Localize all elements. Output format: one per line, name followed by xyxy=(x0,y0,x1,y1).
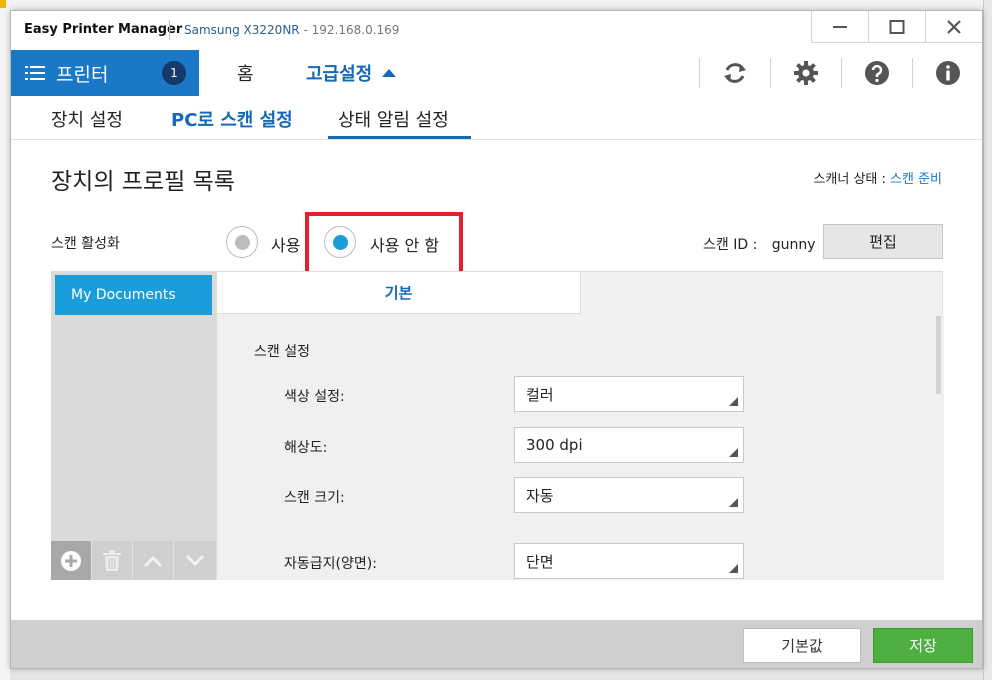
info-button[interactable] xyxy=(913,50,982,96)
color-setting-label: 색상 설정: xyxy=(284,389,345,405)
scan-size-value: 자동 xyxy=(526,486,554,505)
desktop-folder-icon-fragment xyxy=(0,0,6,8)
nav-home[interactable]: 홈 xyxy=(237,60,254,86)
scanner-status-label: 스캐너 상태 : xyxy=(813,172,891,187)
dropdown-corner-icon xyxy=(729,564,738,573)
chevron-up-icon xyxy=(143,555,163,567)
adf-duplex-label: 자동급지(양면): xyxy=(284,556,377,572)
minimize-icon xyxy=(833,25,847,28)
save-button[interactable]: 저장 xyxy=(873,628,973,663)
scanner-status: 스캐너 상태 : 스캔 준비 xyxy=(813,168,942,187)
scan-id-value: gunny xyxy=(771,237,816,253)
tab-basic[interactable]: 기본 xyxy=(217,272,581,314)
adf-duplex-value: 단면 xyxy=(526,552,554,571)
resolution-value: 300 dpi xyxy=(526,436,583,454)
scan-size-label: 스캔 크기: xyxy=(284,490,345,506)
scrollbar[interactable] xyxy=(936,316,941,394)
maximize-button[interactable] xyxy=(868,11,925,43)
close-button[interactable] xyxy=(925,11,982,43)
edit-button[interactable]: 편집 xyxy=(823,224,943,259)
resolution-label: 해상도: xyxy=(284,440,328,456)
profile-list-toolbar xyxy=(51,541,216,580)
nav-bar: 프린터 1 홈 고급설정 xyxy=(11,50,982,96)
default-button[interactable]: 기본값 xyxy=(743,628,861,663)
scan-size-select[interactable]: 자동 xyxy=(514,477,744,513)
desktop-background-left xyxy=(0,0,10,680)
printer-label: 프린터 xyxy=(56,63,109,86)
tab-status-alert-settings[interactable]: 상태 알림 설정 xyxy=(338,106,449,132)
resolution-select[interactable]: 300 dpi xyxy=(514,427,744,463)
printer-menu-button[interactable]: 프린터 1 xyxy=(11,50,199,96)
scan-id-label: 스캔 ID : xyxy=(703,237,758,253)
desktop-background-bottom xyxy=(10,669,983,680)
profile-list: My Documents xyxy=(51,271,216,580)
active-tab-indicator xyxy=(328,136,471,139)
device-ip: 192.168.0.169 xyxy=(311,23,400,37)
color-setting-select[interactable]: 컬러 xyxy=(514,376,744,412)
profile-item[interactable]: My Documents xyxy=(55,275,212,315)
app-title: Easy Printer Manager xyxy=(24,22,183,37)
scanner-status-value: 스캔 준비 xyxy=(890,172,942,187)
scan-settings-body: 스캔 설정 색상 설정: 컬러 해상도: 300 dpi 스캔 크기: 자동 자… xyxy=(217,314,944,580)
settings-button[interactable] xyxy=(771,50,841,96)
scan-settings-panel: 기본 스캔 설정 색상 설정: 컬러 해상도: 300 dpi 스캔 크기: 자… xyxy=(216,271,944,580)
page-title: 장치의 프로필 목록 xyxy=(51,169,235,195)
nav-advanced-label: 고급설정 xyxy=(306,64,373,85)
info-icon xyxy=(936,61,960,85)
desktop-background-right xyxy=(983,0,992,680)
move-up-button[interactable] xyxy=(133,541,174,580)
device-name: Samsung X3220NR xyxy=(184,23,300,37)
gear-icon xyxy=(794,61,818,85)
footer-bar: 기본값 저장 xyxy=(11,620,982,668)
add-profile-button[interactable] xyxy=(51,541,92,580)
device-title: Samsung X3220NR - 192.168.0.169 xyxy=(184,23,400,37)
desktop-background-top xyxy=(0,0,992,10)
radio-use[interactable] xyxy=(226,226,258,258)
trash-icon xyxy=(103,550,121,571)
minimize-button[interactable] xyxy=(811,11,868,43)
dropdown-corner-icon xyxy=(729,448,738,457)
scan-activation-label: 스캔 활성화 xyxy=(51,236,120,252)
delete-profile-button[interactable] xyxy=(92,541,133,580)
title-separator xyxy=(169,20,170,40)
color-setting-value: 컬러 xyxy=(526,385,554,404)
refresh-icon xyxy=(724,63,746,83)
tab-device-settings[interactable]: 장치 설정 xyxy=(51,106,123,132)
chevron-up-icon xyxy=(382,69,397,77)
tab-scan-to-pc-settings[interactable]: PC로 스캔 설정 xyxy=(171,106,293,132)
help-button[interactable] xyxy=(842,50,912,96)
move-down-button[interactable] xyxy=(174,541,215,580)
nav-advanced-settings[interactable]: 고급설정 xyxy=(306,60,397,86)
refresh-button[interactable] xyxy=(700,50,770,96)
highlight-annotation-box xyxy=(305,212,463,276)
easy-printer-manager-window: Easy Printer Manager Samsung X3220NR - 1… xyxy=(10,10,983,669)
close-icon xyxy=(947,19,961,34)
dropdown-corner-icon xyxy=(729,498,738,507)
dropdown-corner-icon xyxy=(729,397,738,406)
printer-count-badge: 1 xyxy=(162,61,186,85)
scan-id: 스캔 ID : gunny xyxy=(703,234,816,254)
maximize-icon xyxy=(889,19,905,34)
window-controls xyxy=(811,11,982,43)
question-mark-icon xyxy=(865,61,889,85)
chevron-down-icon xyxy=(185,554,204,566)
settings-tabs: 장치 설정 PC로 스캔 설정 상태 알림 설정 xyxy=(11,96,982,140)
radio-use-label[interactable]: 사용 xyxy=(271,232,300,256)
plus-circle-icon xyxy=(61,550,81,571)
scan-settings-title: 스캔 설정 xyxy=(254,344,310,360)
list-menu-icon xyxy=(25,66,45,80)
radio-use-dot xyxy=(234,234,250,250)
title-bar[interactable]: Easy Printer Manager Samsung X3220NR - 1… xyxy=(11,11,982,50)
adf-duplex-select[interactable]: 단면 xyxy=(514,543,744,579)
